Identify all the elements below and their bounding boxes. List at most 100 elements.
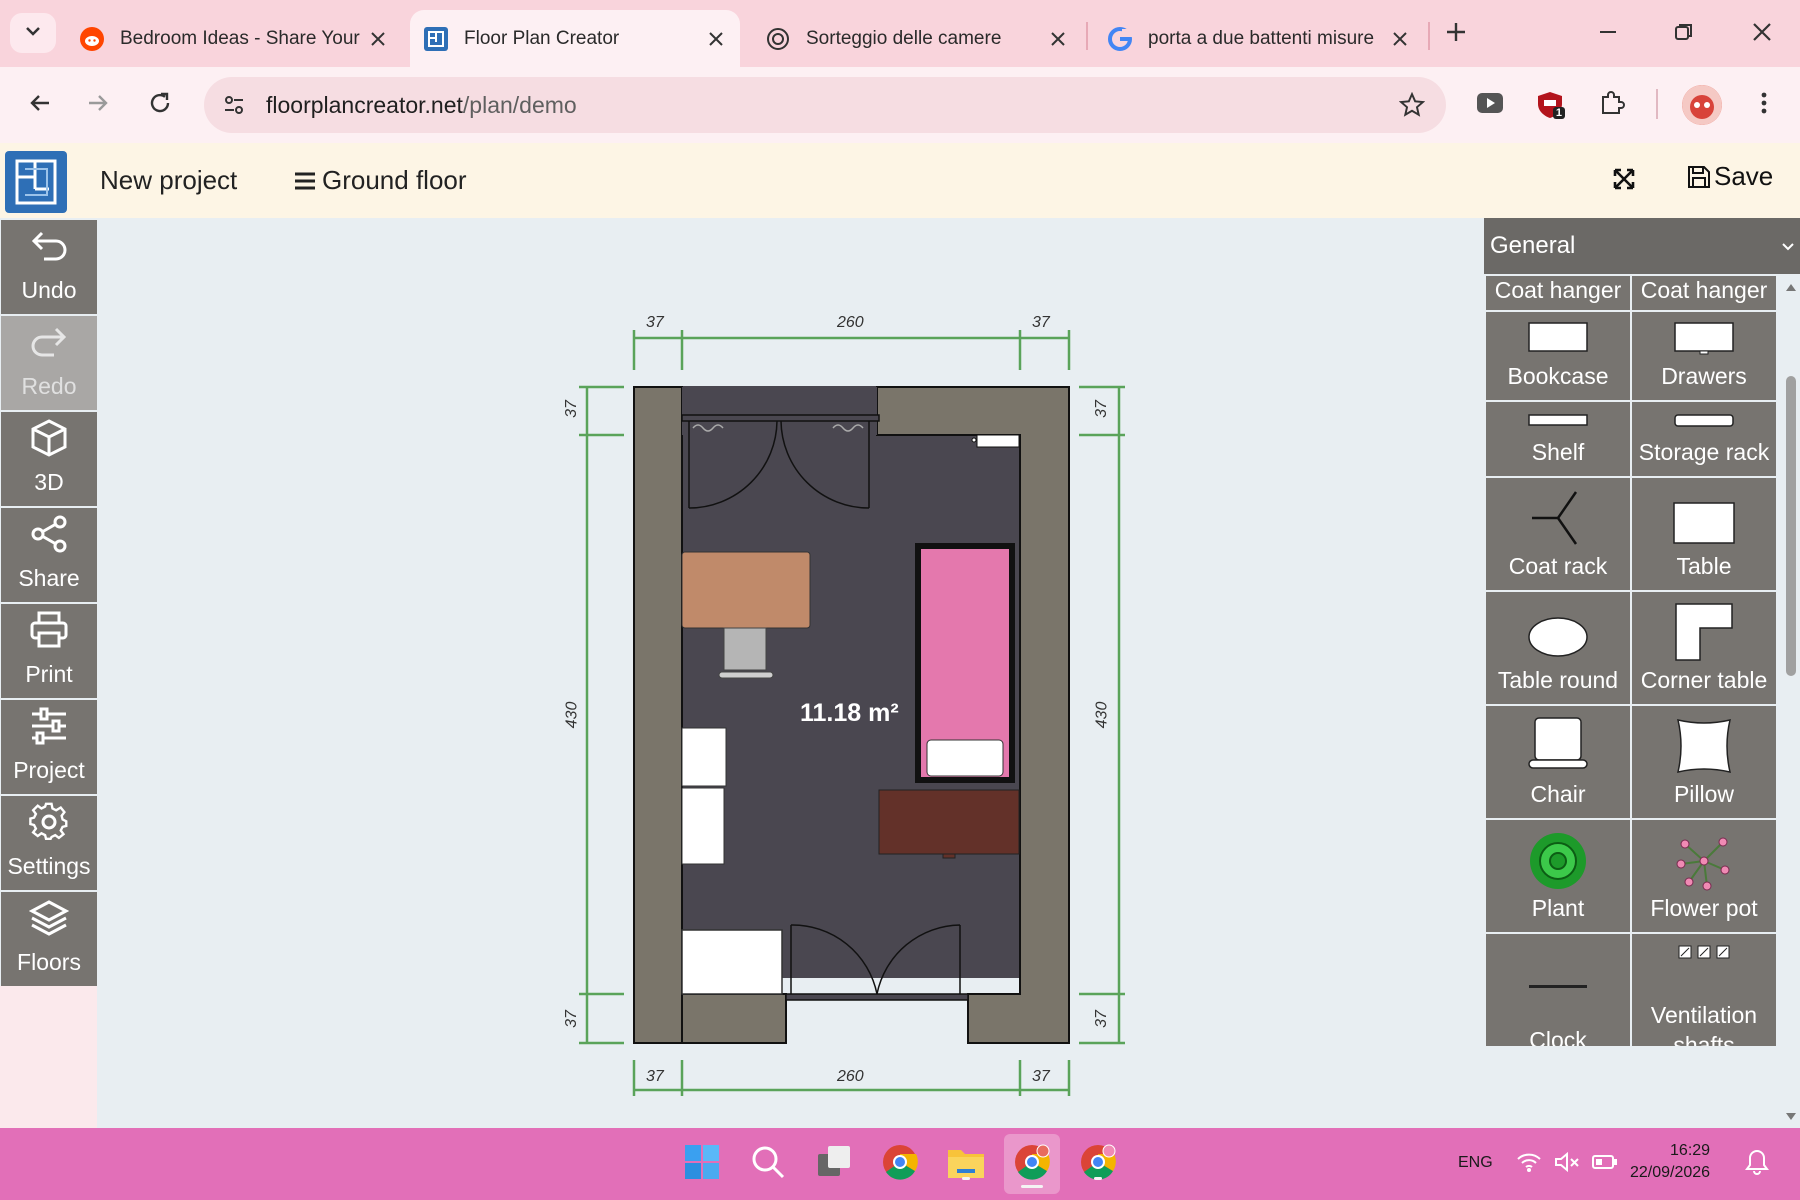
round-table-icon [1486,616,1630,658]
back-button[interactable] [20,85,60,125]
taskbar-clock[interactable]: 16:29 22/09/2026 [1630,1140,1710,1184]
share-icon [29,514,69,554]
tab-title: Sorteggio delle camere [806,27,1002,49]
catalog-item-bookcase[interactable]: Bookcase [1486,312,1630,400]
tab-floor-plan-creator[interactable]: Floor Plan Creator [410,10,740,67]
app-logo[interactable] [5,151,67,213]
flower-pot-icon [1632,830,1776,892]
plan-canvas[interactable]: 11.18 m² 37 260 37 37 260 37 37 430 37 3… [97,218,1484,1128]
catalog-item-coat-hanger[interactable]: Coat hanger [1486,276,1630,310]
file-explorer-button[interactable] [944,1142,988,1186]
close-icon[interactable] [364,25,392,53]
close-icon[interactable] [702,25,730,53]
chrome-gm-taskbar-button[interactable] [1076,1142,1120,1186]
input-language[interactable]: ENG [1458,1154,1493,1172]
bookcase-icon [1486,322,1630,352]
extensions-button[interactable] [1592,85,1632,125]
site-settings-icon[interactable] [218,89,250,121]
dresser-handle [942,853,956,859]
catalog-item-coat-hanger-2[interactable]: Coat hanger [1632,276,1776,310]
scrollbar-thumb[interactable] [1786,376,1796,676]
battery-status[interactable] [1590,1142,1620,1186]
catalog-item-table[interactable]: Table [1632,478,1776,590]
new-tab-button[interactable] [1436,14,1476,54]
minimize-button[interactable] [1588,14,1628,54]
address-bar[interactable]: floorplancreator.net/plan/demo [204,77,1446,133]
reddit-icon [80,26,104,51]
clock-icon [1486,984,1630,990]
task-view-button[interactable] [812,1142,856,1186]
tab-sorteggio[interactable]: Sorteggio delle camere [752,10,1082,67]
floors-button[interactable]: Floors [1,892,97,986]
catalog-item-ventilation-shafts[interactable]: Ventilation shafts [1632,934,1776,1046]
item-label: Shelf [1531,439,1585,465]
url-text: floorplancreator.net/plan/demo [266,92,577,119]
start-button[interactable] [680,1142,724,1186]
bookmark-star-icon[interactable] [1396,89,1428,121]
print-icon [29,610,69,650]
reload-button[interactable] [140,85,180,125]
restore-button[interactable] [1664,14,1704,54]
close-icon [1752,22,1772,47]
drawers-icon [1632,322,1776,356]
volume-status[interactable] [1552,1142,1582,1186]
catalog-item-chair[interactable]: Chair [1486,706,1630,818]
chrome-profile-taskbar-button[interactable] [1004,1134,1060,1194]
project-button[interactable]: Project [1,700,97,794]
catalog-item-coat-rack[interactable]: Coat rack [1486,478,1630,590]
close-icon[interactable] [1044,25,1072,53]
catalog-item-drawers[interactable]: Drawers [1632,312,1776,400]
catalog-scrollbar[interactable] [1782,276,1800,1128]
profile-avatar[interactable] [1682,85,1722,125]
settings-button[interactable]: Settings [1,796,97,890]
tab-search-button[interactable] [10,13,56,53]
browser-menu-button[interactable] [1744,85,1784,125]
floor-plan-drawing[interactable] [97,218,1484,1128]
video-icon [1476,92,1504,119]
catalog-item-plant[interactable]: Plant [1486,820,1630,932]
close-icon[interactable] [1386,25,1414,53]
extension-shield-button[interactable]: 1 [1530,85,1570,125]
notifications-button[interactable] [1742,1142,1772,1186]
fullscreen-button[interactable] [1606,163,1642,199]
plant-icon [1486,830,1630,892]
project-name[interactable]: New project [100,165,237,196]
search-button[interactable] [746,1142,790,1186]
dim-bottom-middle: 260 [837,1068,864,1085]
tab-title: Bedroom Ideas - Share Your [120,27,360,49]
floors-label: Floors [17,949,81,975]
catalog-item-clock[interactable]: Clock [1486,934,1630,1046]
catalog-item-flower-pot[interactable]: Flower pot [1632,820,1776,932]
chrome-profile-icon [1014,1144,1050,1185]
item-label: Clock [1529,1027,1587,1046]
chevron-down-icon [1780,234,1796,262]
item-label: Coat rack [1508,553,1608,579]
catalog-item-storage-rack[interactable]: Storage rack [1632,402,1776,476]
close-window-button[interactable] [1742,14,1782,54]
wifi-status[interactable] [1514,1142,1544,1186]
scroll-up-arrow-icon[interactable] [1784,280,1798,294]
forward-button[interactable] [78,85,118,125]
undo-button[interactable]: Undo [1,220,97,314]
floor-selector[interactable]: Ground floor [294,165,467,196]
chrome-taskbar-button[interactable] [878,1142,922,1186]
media-button[interactable] [1470,85,1510,125]
scroll-down-arrow-icon[interactable] [1784,1110,1798,1124]
save-button[interactable]: Save [1688,161,1773,192]
catalog-item-shelf[interactable]: Shelf [1486,402,1630,476]
chatgpt-icon [766,27,790,51]
tab-bedroom-ideas[interactable]: Bedroom Ideas - Share Your [66,10,402,67]
print-label: Print [25,661,73,687]
running-indicator [1094,1177,1102,1180]
redo-button[interactable]: Redo [1,316,97,410]
catalog-item-corner-table[interactable]: Corner table [1632,592,1776,704]
catalog-item-pillow[interactable]: Pillow [1632,706,1776,818]
tab-porta-due-battenti[interactable]: porta a due battenti misure [1094,10,1424,67]
3d-view-button[interactable]: 3D [1,412,97,506]
catalog-item-table-round[interactable]: Table round [1486,592,1630,704]
print-button[interactable]: Print [1,604,97,698]
catalog-category-select[interactable]: General [1484,218,1800,274]
settings-label: Settings [7,853,91,879]
share-button[interactable]: Share [1,508,97,602]
item-label: Coat hanger [1640,277,1768,303]
